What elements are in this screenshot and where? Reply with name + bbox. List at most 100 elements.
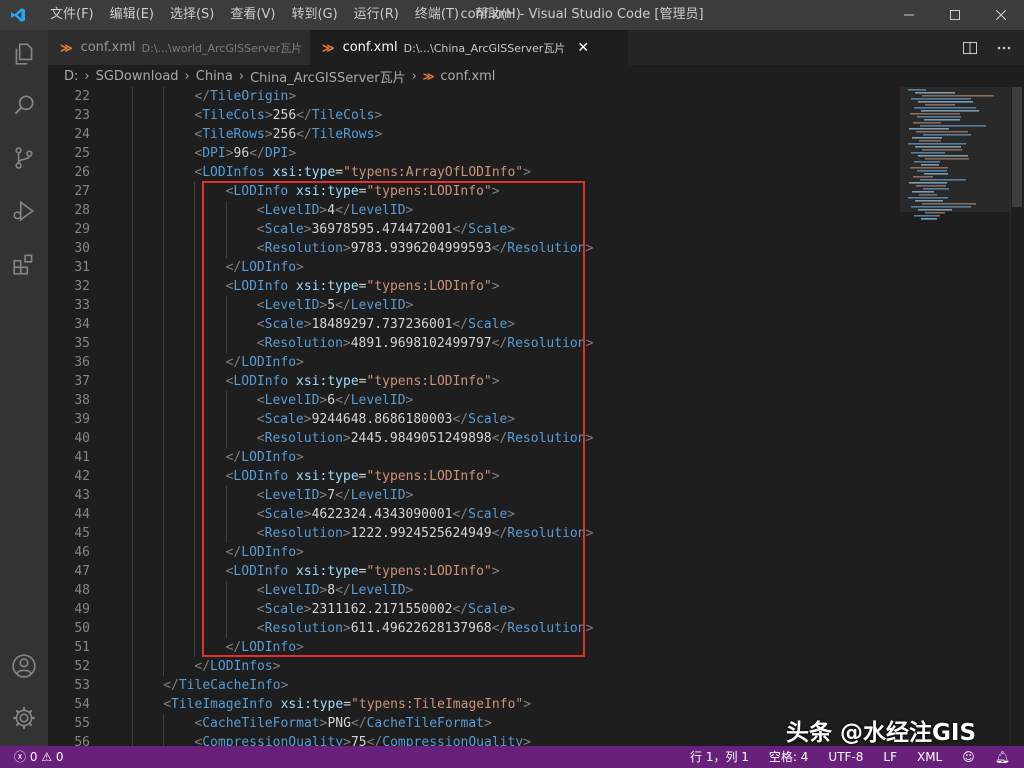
indent-guide: [163, 714, 165, 733]
menu-file[interactable]: 文件(F): [42, 0, 102, 30]
problems-status[interactable]: ⓧ 0 ⚠ 0: [14, 746, 64, 768]
menu-go[interactable]: 转到(G): [283, 0, 345, 30]
scrollbar-thumb[interactable]: [1012, 87, 1022, 207]
code-line[interactable]: 53 </TileCacheInfo>: [48, 676, 948, 695]
breadcrumb-item[interactable]: D:: [64, 69, 78, 84]
code-line[interactable]: 24 <TileRows>256</TileRows>: [48, 125, 948, 144]
code-line[interactable]: 26 <LODInfos xsi:type="typens:ArrayOfLODI…: [48, 163, 948, 182]
indent-guide: [132, 163, 133, 182]
indent-guide: [163, 429, 165, 448]
indent-guide: [163, 600, 165, 619]
menu-terminal[interactable]: 终端(T): [407, 0, 467, 30]
code-line[interactable]: 54 <TileImageInfo xsi:type="typens:TileIm…: [48, 695, 948, 714]
line-number: 51: [74, 640, 90, 655]
account-button[interactable]: [0, 642, 48, 690]
indent-guide: [194, 638, 196, 657]
breadcrumb-item[interactable]: conf.xml: [440, 69, 495, 84]
explorer-icon: [15, 43, 33, 65]
manage-button[interactable]: [0, 694, 48, 742]
code-line[interactable]: 52 </LODInfos>: [48, 657, 948, 676]
encoding-status[interactable]: UTF-8: [828, 746, 863, 768]
code-editor[interactable]: 22 </TileOrigin> 23 <TileCols>256</TileCols…: [48, 87, 1024, 746]
indent-guide: [163, 106, 165, 125]
indent-guide: [132, 600, 133, 619]
source-control-button[interactable]: [0, 134, 48, 182]
eol-status[interactable]: LF: [883, 746, 897, 768]
search-icon: [14, 95, 34, 115]
activity-bar: [0, 30, 48, 746]
tab-conf-xml-world[interactable]: ≫ conf.xml D:\...\world_ArcGISServer瓦片: [48, 30, 310, 65]
indent-guide: [194, 410, 196, 429]
code-line[interactable]: 25 <DPI>96</DPI>: [48, 144, 948, 163]
indent-guide: [132, 676, 133, 695]
breadcrumb-item[interactable]: China: [196, 69, 233, 84]
split-editor-icon[interactable]: [962, 40, 978, 56]
run-debug-button[interactable]: [0, 187, 48, 235]
code-token: >: [523, 735, 531, 746]
code-line[interactable]: 22 </TileOrigin>: [48, 87, 948, 106]
code-token: DPI: [264, 146, 289, 161]
indent-guide: [163, 391, 165, 410]
extensions-button[interactable]: [0, 240, 48, 288]
indent-guide: [194, 239, 196, 258]
indent-guide: [132, 638, 133, 657]
code-token: </: [194, 89, 211, 104]
line-number: 54: [74, 697, 90, 712]
indent-guide: [132, 315, 133, 334]
line-number: 41: [74, 450, 90, 465]
indent-guide: [163, 201, 165, 220]
explorer-button[interactable]: [0, 30, 48, 78]
code-token: CacheTileFormat: [202, 716, 320, 731]
indent-guide: [163, 239, 165, 258]
code-line[interactable]: 23 <TileCols>256</TileCols>: [48, 106, 948, 125]
notifications-bell-icon[interactable]: 🔔︎: [995, 746, 1010, 768]
line-number: 27: [74, 184, 90, 199]
menu-run[interactable]: 运行(R): [346, 0, 407, 30]
indent-guide: [163, 657, 165, 676]
menu-edit[interactable]: 编辑(E): [102, 0, 162, 30]
close-tab-icon[interactable]: ✕: [577, 40, 589, 56]
breadcrumb-item[interactable]: SGDownload: [96, 69, 179, 84]
indent-guide: [163, 505, 165, 524]
indent-guide: [163, 467, 165, 486]
indent-guide: [163, 296, 165, 315]
language-mode[interactable]: XML: [917, 746, 942, 768]
search-button[interactable]: [0, 81, 48, 129]
breadcrumb-item[interactable]: China_ArcGISServer瓦片: [250, 67, 406, 86]
indent-guide: [163, 315, 165, 334]
more-actions-icon[interactable]: [996, 40, 1012, 56]
indent-guide: [132, 657, 133, 676]
cursor-position[interactable]: 行 1，列 1: [690, 746, 749, 768]
code-token: TileImageInfo: [171, 697, 273, 712]
code-token: TileCols: [202, 108, 265, 123]
menu-view[interactable]: 查看(V): [222, 0, 283, 30]
indent-guide: [194, 372, 196, 391]
code-token: >: [484, 716, 492, 731]
indent-guide: [132, 391, 133, 410]
menu-selection[interactable]: 选择(S): [162, 0, 222, 30]
indent-guide: [132, 372, 133, 391]
tab-conf-xml-china[interactable]: ≫ conf.xml D:\...\China_ArcGISServer瓦片 ✕: [310, 30, 628, 65]
indent-guide: [194, 562, 196, 581]
minimize-button[interactable]: [886, 0, 932, 30]
indentation-status[interactable]: 空格: 4: [769, 746, 809, 768]
feedback-icon[interactable]: ☺: [962, 746, 975, 768]
indent-guide: [132, 277, 133, 296]
close-window-button[interactable]: [978, 0, 1024, 30]
indent-guide: [194, 448, 196, 467]
code-token: =: [335, 165, 344, 180]
code-token: >: [585, 431, 594, 446]
line-number: 50: [74, 621, 90, 636]
status-bar: ⓧ 0 ⚠ 0 行 1，列 1 空格: 4 UTF-8 LF XML ☺ 🔔︎: [0, 746, 1024, 768]
maximize-button[interactable]: [932, 0, 978, 30]
minimap-slider[interactable]: [900, 87, 1010, 212]
menu-help[interactable]: 帮助(H): [467, 0, 529, 30]
line-number: 24: [74, 127, 90, 142]
code-token: 75: [350, 735, 367, 746]
breadcrumb-separator-icon: ›: [411, 68, 417, 84]
indent-guide: [163, 448, 165, 467]
code-token: >: [374, 108, 383, 123]
vscode-logo-icon: [11, 8, 25, 22]
breadcrumb-separator-icon: ›: [238, 68, 245, 84]
